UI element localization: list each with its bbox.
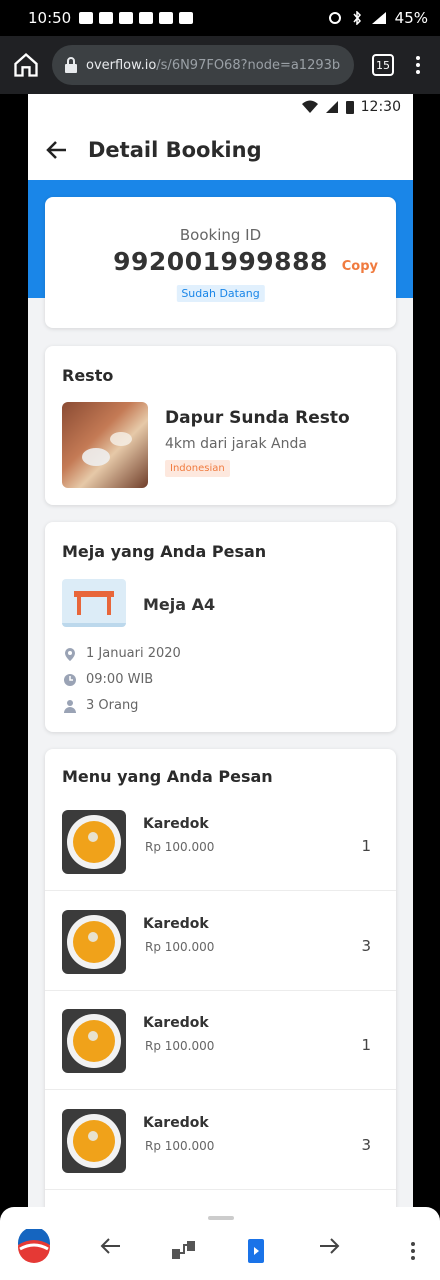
notification-icon xyxy=(79,12,94,24)
menu-item-name: Karedok xyxy=(143,1015,209,1031)
status-badge: Sudah Datang xyxy=(176,285,265,302)
lock-icon xyxy=(65,57,77,73)
clock-icon xyxy=(64,673,76,686)
menu-item-price: Rp 100.000 xyxy=(145,940,215,954)
instagram-icon xyxy=(139,12,154,24)
system-status-bar: 10:50 45% xyxy=(0,0,440,36)
menu-item[interactable]: Karedok Rp 100.000 3 xyxy=(45,1091,396,1190)
address-bar[interactable]: overflow.io/s/6N97FO68?node=a1293b xyxy=(52,45,354,85)
food-photo xyxy=(62,1009,126,1073)
cell-signal-icon xyxy=(325,101,338,113)
resto-photo xyxy=(62,402,148,488)
browser-toolbar: overflow.io/s/6N97FO68?node=a1293b 15 xyxy=(0,36,440,94)
url-path: /s/6N97FO68?node=a1293b xyxy=(156,57,341,73)
booking-time-row: 09:00 WIB xyxy=(62,672,153,687)
menu-item-qty: 3 xyxy=(361,1136,371,1154)
guest-count-row: 3 Orang xyxy=(62,698,138,713)
menu-section-title: Menu yang Anda Pesan xyxy=(62,767,273,786)
browser-menu-button[interactable] xyxy=(408,53,428,77)
booking-card: Booking ID 992001999888 Copy Sudah Datan… xyxy=(45,197,396,328)
menu-card: Menu yang Anda Pesan Karedok Rp 100.000 … xyxy=(45,749,396,1214)
guest-count: 3 Orang xyxy=(86,698,139,713)
location-pin-icon xyxy=(65,647,75,661)
resto-card[interactable]: Resto Dapur Sunda Resto 4km dari jarak A… xyxy=(45,346,396,505)
battery-icon xyxy=(345,101,354,114)
wifi-icon xyxy=(301,100,318,113)
food-photo xyxy=(62,1109,126,1173)
home-icon[interactable] xyxy=(12,51,40,79)
forward-arrow-icon[interactable] xyxy=(318,1237,340,1255)
menu-item-name: Karedok xyxy=(143,1115,209,1131)
menu-item-name: Karedok xyxy=(143,916,209,932)
notification-icons xyxy=(79,12,194,24)
copy-button[interactable]: Copy xyxy=(342,259,378,274)
resto-section-title: Resto xyxy=(62,366,114,385)
back-arrow-icon[interactable] xyxy=(46,140,68,160)
resto-distance: 4km dari jarak Anda xyxy=(165,436,307,452)
menu-item-price: Rp 100.000 xyxy=(145,1039,215,1053)
booking-time: 09:00 WIB xyxy=(86,672,154,687)
booking-date: 1 Januari 2020 xyxy=(86,646,181,661)
person-icon xyxy=(64,699,76,713)
more-options-icon[interactable] xyxy=(410,1241,416,1261)
url-domain: overflow.io xyxy=(86,57,157,73)
bottom-toolbar xyxy=(0,1207,440,1280)
table-icon xyxy=(62,579,126,627)
instagram-icon xyxy=(119,12,134,24)
cuisine-tag: Indonesian xyxy=(165,460,230,477)
menu-item-qty: 3 xyxy=(361,937,371,955)
back-arrow-icon[interactable] xyxy=(100,1237,122,1255)
play-icon[interactable] xyxy=(248,1239,264,1263)
flow-icon[interactable] xyxy=(170,1239,198,1261)
inner-status-bar: 12:30 xyxy=(28,94,413,120)
resto-name: Dapur Sunda Resto xyxy=(165,408,350,428)
drag-handle[interactable] xyxy=(208,1216,234,1220)
youtube-icon xyxy=(99,12,114,24)
booking-date-row: 1 Januari 2020 xyxy=(62,646,181,661)
menu-item[interactable]: Karedok Rp 100.000 1 xyxy=(45,792,396,891)
app-header: Detail Booking xyxy=(28,120,413,180)
menu-item-qty: 1 xyxy=(361,837,371,855)
app-screen: 12:30 Detail Booking Booking ID 99200199… xyxy=(28,94,413,1214)
menu-item-price: Rp 100.000 xyxy=(145,840,215,854)
food-photo xyxy=(62,910,126,974)
battery-percent: 45% xyxy=(394,9,428,27)
image-icon xyxy=(179,12,194,24)
booking-id-label: Booking ID xyxy=(179,226,262,244)
table-name: Meja A4 xyxy=(143,595,216,614)
table-card: Meja yang Anda Pesan Meja A4 1 Januari 2… xyxy=(45,522,396,732)
page-title: Detail Booking xyxy=(88,138,262,162)
menu-item[interactable]: Karedok Rp 100.000 3 xyxy=(45,892,396,991)
food-photo xyxy=(62,810,126,874)
menu-item-price: Rp 100.000 xyxy=(145,1139,215,1153)
menu-item-name: Karedok xyxy=(143,816,209,832)
status-time: 10:50 xyxy=(28,9,72,27)
menu-item-qty: 1 xyxy=(361,1036,371,1054)
bluetooth-icon xyxy=(353,11,361,25)
signal-icon xyxy=(371,12,386,24)
inner-time: 12:30 xyxy=(360,99,401,115)
tab-switcher-button[interactable]: 15 xyxy=(372,54,394,76)
table-section-title: Meja yang Anda Pesan xyxy=(62,542,267,561)
twitter-icon xyxy=(159,12,174,24)
menu-item[interactable]: Karedok Rp 100.000 1 xyxy=(45,991,396,1090)
alarm-icon xyxy=(328,12,341,24)
app-logo-icon[interactable] xyxy=(16,1229,52,1265)
